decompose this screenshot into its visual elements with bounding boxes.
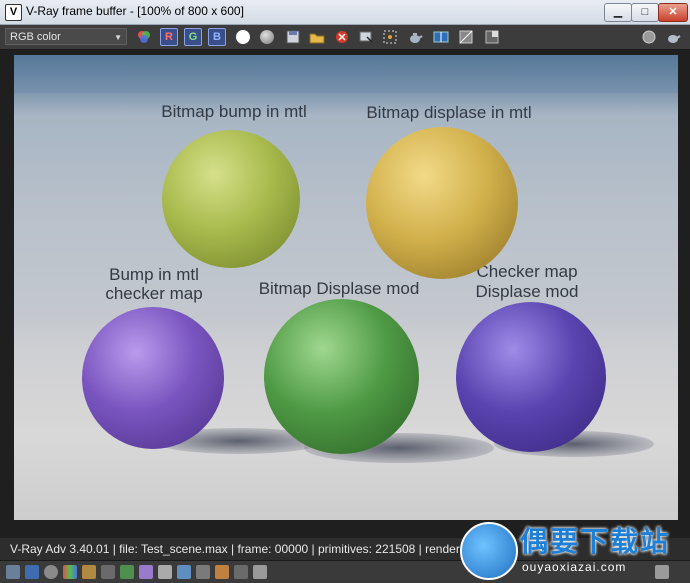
vray-frame-buffer-window: V V-Ray frame buffer - [100% of 800 x 60… xyxy=(0,0,690,583)
compare-ab-icon[interactable] xyxy=(432,28,450,46)
region-render-icon[interactable] xyxy=(381,28,399,46)
chevron-down-icon: ▼ xyxy=(114,33,122,42)
green-channel-button[interactable]: G xyxy=(184,28,202,46)
teapot-render-icon[interactable] xyxy=(664,28,682,46)
hdr-icon[interactable] xyxy=(196,565,210,579)
clear-icon[interactable] xyxy=(333,28,351,46)
toolbar: RGB color ▼ R G B xyxy=(0,25,690,50)
pixel-aspect-icon[interactable] xyxy=(483,28,501,46)
label-bitmap-displace-mod: Bitmap Displase mod xyxy=(258,279,420,298)
lut-correction-icon[interactable] xyxy=(457,28,475,46)
background-icon[interactable] xyxy=(139,565,153,579)
close-button[interactable]: ✕ xyxy=(658,3,688,22)
stamp-icon[interactable] xyxy=(6,565,20,579)
channel-select[interactable]: RGB color ▼ xyxy=(5,28,127,45)
label-bitmap-displace: Bitmap displase in mtl xyxy=(366,103,532,122)
sphere-bitmap-displace xyxy=(366,127,518,279)
color-correction-icon[interactable] xyxy=(63,565,77,579)
label-bump-checker-line1: Bump in mtl xyxy=(109,265,199,284)
watermark-logo-icon xyxy=(460,522,518,580)
ocio-icon[interactable] xyxy=(253,565,267,579)
track-mouse-icon[interactable] xyxy=(357,28,375,46)
colors-icon[interactable] xyxy=(135,28,153,46)
sphere-checker-displace xyxy=(456,302,606,452)
sphere-preview-icon[interactable] xyxy=(640,28,658,46)
save-icon[interactable] xyxy=(284,28,302,46)
window-title: V-Ray frame buffer - [100% of 800 x 600] xyxy=(26,4,244,18)
levels-icon[interactable] xyxy=(82,565,96,579)
gray-dot-icon[interactable] xyxy=(260,30,274,44)
settings-icon[interactable] xyxy=(158,565,172,579)
sphere-bitmap-bump xyxy=(162,130,300,268)
white-balance-icon[interactable] xyxy=(234,565,248,579)
sky-band xyxy=(14,55,678,93)
label-bitmap-bump: Bitmap bump in mtl xyxy=(161,102,307,121)
open-folder-icon[interactable] xyxy=(308,28,326,46)
history-icon[interactable] xyxy=(25,565,39,579)
vray-logo-icon[interactable]: V xyxy=(5,4,22,21)
red-channel-button[interactable]: R xyxy=(160,28,178,46)
teapot-icon[interactable] xyxy=(406,28,424,46)
maximize-button[interactable]: □ xyxy=(631,3,659,22)
curves-icon[interactable] xyxy=(101,565,115,579)
channel-select-value: RGB color xyxy=(10,31,61,43)
exposure-icon[interactable] xyxy=(215,565,229,579)
blue-channel-button[interactable]: B xyxy=(208,28,226,46)
title-bar[interactable]: V V-Ray frame buffer - [100% of 800 x 60… xyxy=(0,0,690,25)
watermark: 偶要下载站 ouyaoxiazai.com xyxy=(460,520,690,582)
histogram-icon[interactable] xyxy=(120,565,134,579)
render-image[interactable]: Bitmap bump in mtl Bitmap displase in mt… xyxy=(14,55,678,520)
white-dot-icon[interactable] xyxy=(236,30,250,44)
sphere-bitmap-displace-mod xyxy=(264,299,419,454)
display-icon[interactable] xyxy=(177,565,191,579)
watermark-text: 偶要下载站 xyxy=(520,526,671,557)
label-bump-checker-line2: checker map xyxy=(105,284,203,303)
minimize-button[interactable]: ▁ xyxy=(604,3,632,22)
sphere-bump-checker xyxy=(82,307,224,449)
label-checker-line2: Displase mod xyxy=(475,282,579,301)
watermark-url: ouyaoxiazai.com xyxy=(522,560,627,574)
lens-effects-icon[interactable] xyxy=(44,565,58,579)
